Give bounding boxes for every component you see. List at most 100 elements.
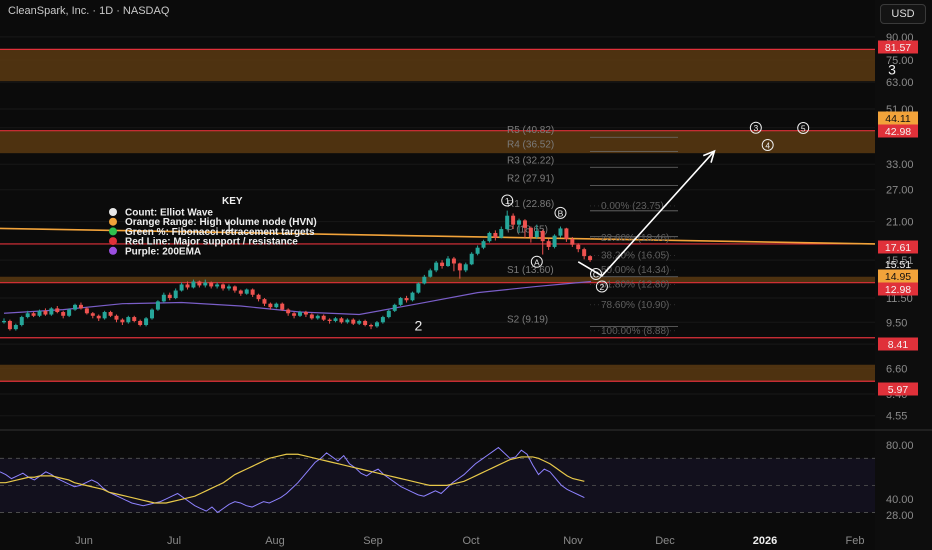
fib-label: 0.00% (23.75) — [601, 201, 664, 212]
candle-body — [380, 317, 385, 323]
wave-label: 5 — [801, 123, 806, 133]
candle-body — [155, 301, 160, 310]
time-tick-label: Jun — [75, 535, 93, 547]
candle-body — [463, 264, 468, 271]
price-tick-label: 21.00 — [886, 217, 914, 229]
candle-body — [232, 286, 237, 291]
price-tick-label: 6.60 — [886, 364, 907, 376]
candle-body — [144, 318, 149, 325]
key-swatch-icon — [109, 237, 117, 246]
candle-body — [564, 228, 569, 240]
wave-label: A — [534, 257, 540, 267]
price-badge-label: 42.98 — [885, 126, 911, 138]
key-swatch-icon — [109, 208, 117, 216]
pivot-label: R2 (27.91) — [507, 173, 554, 184]
candle-body — [49, 308, 54, 315]
candle-body — [268, 303, 273, 308]
wave-label: 3 — [888, 61, 896, 77]
candle-body — [61, 312, 66, 316]
price-badge-label: 15.51 — [885, 259, 911, 271]
candle-body — [386, 310, 391, 318]
currency-button[interactable]: USD — [880, 4, 926, 24]
candle-body — [517, 220, 522, 225]
candle-body — [522, 220, 527, 228]
fib-label: 61.80% (12.80) — [601, 279, 669, 290]
candle-body — [534, 231, 539, 238]
candle-body — [37, 310, 42, 316]
symbol-header[interactable]: CleanSpark, Inc. · 1D · NASDAQ — [8, 5, 169, 17]
pivot-label: R4 (36.52) — [507, 139, 554, 150]
rsi-tick-label: 40.00 — [886, 494, 914, 506]
candle-body — [250, 289, 255, 295]
candle-body — [274, 303, 279, 308]
fib-label: 100.00% (8.88) — [601, 326, 669, 337]
price-chart[interactable]: 90.0075.0063.0051.0044.0033.0027.0021.00… — [0, 0, 932, 550]
candle-body — [132, 317, 137, 321]
candle-body — [150, 309, 154, 319]
hvn-zone — [0, 364, 875, 382]
wave-label: 3 — [753, 123, 758, 133]
time-tick-label: Jul — [167, 535, 181, 547]
candle-body — [179, 284, 184, 291]
candle-body — [256, 294, 261, 300]
candle-body — [398, 298, 403, 305]
candle-body — [481, 241, 486, 248]
candle-body — [31, 313, 36, 316]
candle-body — [315, 315, 320, 319]
candle-body — [511, 215, 516, 225]
candle-body — [404, 298, 409, 301]
key-item: Purple: 200EMA — [125, 246, 201, 257]
candle-body — [286, 309, 291, 314]
candle-body — [469, 253, 474, 265]
price-tick-label: 9.50 — [886, 317, 907, 329]
candle-body — [7, 320, 12, 330]
candle-body — [327, 319, 332, 321]
candle-body — [209, 282, 214, 287]
candle-body — [126, 317, 131, 323]
price-badge-label: 8.41 — [888, 339, 909, 351]
candle-body — [226, 286, 231, 289]
wave-label: 1 — [505, 196, 510, 206]
candle-body — [552, 235, 557, 247]
price-badge-label: 81.57 — [885, 42, 911, 54]
candle-body — [191, 281, 196, 288]
candle-body — [422, 276, 427, 284]
candle-body — [446, 258, 450, 267]
candle-body — [73, 304, 78, 310]
hvn-zone — [0, 130, 875, 154]
candle-body — [280, 303, 285, 310]
candle-body — [19, 317, 24, 325]
candle-body — [173, 290, 178, 299]
candle-body — [138, 320, 143, 325]
key-swatch-icon — [109, 246, 117, 255]
candle-body — [369, 324, 374, 327]
candle-body — [120, 319, 125, 323]
candle-body — [434, 262, 439, 271]
candle-body — [215, 284, 220, 287]
candle-body — [102, 312, 107, 319]
candle-body — [185, 284, 190, 288]
wave-label: 4 — [765, 140, 770, 150]
candle-body — [558, 228, 563, 236]
candle-body — [197, 281, 202, 286]
pivot-label: S1 (13.60) — [507, 265, 554, 276]
price-badge-label: 44.11 — [885, 113, 911, 125]
candle-body — [2, 320, 6, 323]
candle-body — [451, 258, 456, 264]
candle-body — [363, 320, 368, 325]
time-tick-label: Nov — [563, 535, 583, 547]
candle-body — [428, 270, 433, 277]
candle-body — [392, 304, 397, 311]
wave-label: B — [558, 208, 564, 218]
time-tick-label: Sep — [363, 535, 383, 547]
price-badge-label: 14.95 — [885, 271, 911, 283]
candle-body — [493, 232, 498, 238]
candle-body — [55, 308, 60, 313]
candle-body — [262, 299, 267, 304]
candle-body — [321, 315, 326, 320]
candle-body — [339, 318, 344, 323]
fib-label: 50.00% (14.34) — [601, 265, 669, 276]
hvn-zone — [0, 49, 875, 82]
candle-body — [13, 324, 18, 330]
time-tick-label: Feb — [846, 535, 865, 547]
